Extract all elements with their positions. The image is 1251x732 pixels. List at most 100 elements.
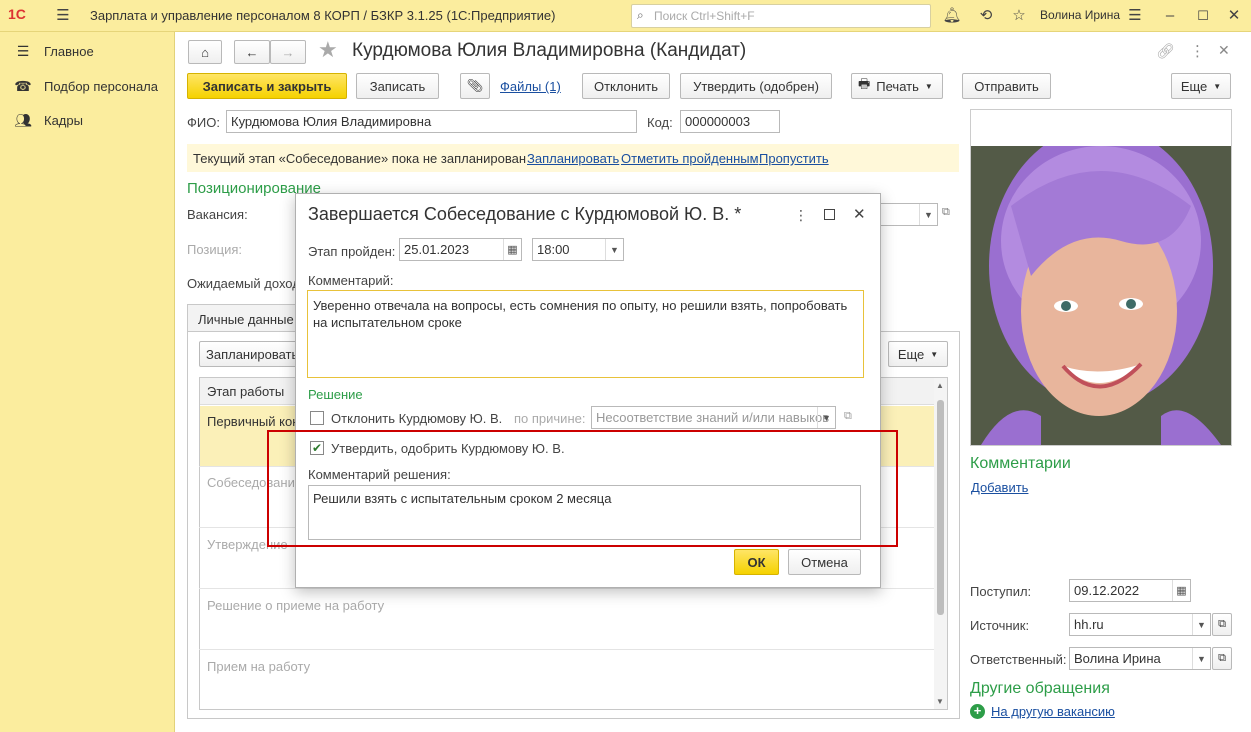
scrollbar-thumb[interactable] [937, 400, 944, 615]
search-input[interactable]: ⌕ Поиск Ctrl+Shift+F [631, 4, 931, 28]
settings-menu-icon[interactable]: ☰ [1125, 6, 1145, 26]
calendar-icon[interactable]: ▦ [1172, 580, 1190, 601]
menu-icon: ☰ [16, 42, 30, 59]
add-circle-icon[interactable]: + [970, 704, 985, 719]
open-source-icon[interactable]: ⧉ [1212, 613, 1232, 636]
mark-passed-link[interactable]: Отметить пройденным [621, 151, 759, 166]
stage-notice-text: Текущий этап «Собеседование» пока не зап… [193, 151, 527, 166]
chevron-down-icon: ▼ [930, 349, 939, 359]
fio-label: ФИО: [187, 115, 220, 130]
open-responsible-icon[interactable]: ⧉ [1212, 647, 1232, 670]
sidebar-item-main[interactable]: ☰ Главное [14, 41, 94, 61]
candidate-photo [971, 146, 1231, 445]
history-icon[interactable]: ⟲ [976, 6, 996, 26]
paperclip-icon[interactable]: 📎︎ [460, 73, 490, 99]
hamburger-menu-icon[interactable]: ☰ [53, 6, 73, 26]
responsible-value: Волина Ирина [1074, 651, 1161, 666]
received-label: Поступил: [970, 584, 1032, 599]
reject-button[interactable]: Отклонить [582, 73, 670, 99]
table-more-button[interactable]: Еще ▼ [888, 341, 948, 367]
dropdown-icon[interactable]: ▼ [1192, 614, 1210, 635]
approve-button[interactable]: Утвердить (одобрен) [680, 73, 832, 99]
back-button[interactable]: ← [234, 40, 270, 64]
dialog-close-icon[interactable]: ✕ [853, 205, 866, 223]
code-field[interactable]: 000000003 [680, 110, 780, 133]
ok-button[interactable]: ОК [734, 549, 779, 575]
table-row[interactable]: Собеседование [207, 475, 302, 490]
vacancy-label: Вакансия: [187, 207, 248, 222]
other-vacancy-link[interactable]: На другую вакансию [991, 704, 1115, 719]
calendar-icon[interactable]: ▦ [503, 239, 521, 260]
source-field[interactable]: hh.ru ▼ [1069, 613, 1211, 636]
responsible-field[interactable]: Волина Ирина ▼ [1069, 647, 1211, 670]
dropdown-icon[interactable]: ▼ [605, 239, 623, 260]
received-date-field[interactable]: 09.12.2022 ▦ [1069, 579, 1191, 602]
reject-checkbox[interactable] [310, 411, 324, 425]
plan-stage-link[interactable]: Запланировать [527, 151, 619, 166]
column-header-stage: Этап работы [207, 384, 285, 399]
headset-icon: ☎ [14, 77, 32, 94]
position-label: Позиция: [187, 242, 243, 257]
page-title: Курдюмова Юлия Владимировна (Кандидат) [352, 40, 747, 61]
link-icon[interactable]: 🔗︎ [1156, 42, 1175, 60]
more-button[interactable]: Еще ▼ [1171, 73, 1231, 99]
decision-comment-label: Комментарий решения: [308, 467, 451, 482]
search-icon: ⌕ [637, 8, 644, 22]
home-button[interactable]: ⌂ [188, 40, 222, 64]
row-divider [199, 588, 934, 589]
dialog-maximize-icon[interactable] [824, 209, 835, 220]
save-close-button[interactable]: Записать и закрыть [187, 73, 347, 99]
stage-date-field[interactable]: 25.01.2023 ▦ [399, 238, 522, 261]
scroll-up-icon[interactable]: ▲ [936, 381, 944, 390]
reason-field[interactable]: Несоответствие знаний и/или навыков ▼ [591, 406, 836, 429]
sidebar-item-label: Подбор персонала [44, 78, 158, 94]
table-scrollbar[interactable]: ▲ ▼ [934, 378, 947, 709]
form-close-icon[interactable]: ✕ [1218, 42, 1230, 59]
dropdown-icon[interactable]: ▼ [817, 407, 835, 428]
favorite-star-icon[interactable]: ★ [318, 37, 338, 63]
save-button[interactable]: Записать [356, 73, 439, 99]
add-comment-link[interactable]: Добавить [971, 480, 1028, 495]
open-icon[interactable]: ⧉ [942, 206, 950, 219]
table-row[interactable]: Прием на работу [207, 659, 310, 674]
comment-textarea[interactable]: Уверенно отвечала на вопросы, есть сомне… [307, 290, 864, 378]
dropdown-icon[interactable]: ▼ [1192, 648, 1210, 669]
star-icon[interactable]: ☆ [1009, 6, 1029, 26]
maximize-icon[interactable]: ☐ [1193, 6, 1213, 26]
sidebar-item-recruiting[interactable]: ☎ Подбор персонала [14, 76, 158, 96]
fio-field[interactable]: Курдюмова Юлия Владимировна [226, 110, 637, 133]
decision-comment-textarea[interactable]: Решили взять с испытательным сроком 2 ме… [308, 485, 861, 540]
sidebar-item-label: Главное [44, 43, 94, 59]
skip-stage-link[interactable]: Пропустить [759, 151, 829, 166]
table-row[interactable]: Утверждение [207, 537, 288, 552]
approve-checkbox[interactable]: ✔ [310, 441, 324, 455]
close-icon[interactable]: ✕ [1224, 6, 1244, 26]
minimize-icon[interactable]: – [1160, 6, 1180, 26]
user-name[interactable]: Волина Ирина [1040, 8, 1120, 22]
files-link[interactable]: Файлы (1) [500, 79, 561, 94]
1c-logo[interactable]: 1С [8, 6, 26, 22]
chevron-down-icon: ▼ [1213, 81, 1222, 91]
print-button[interactable]: 🖶 Печать ▼ [851, 73, 943, 99]
open-reason-icon[interactable]: ⧉ [844, 410, 852, 423]
decision-header: Решение [308, 387, 363, 402]
tab-personal-data[interactable]: Личные данные [187, 304, 307, 332]
bell-icon[interactable]: 🔔︎ [942, 6, 962, 26]
dialog-more-icon[interactable]: ⋮ [794, 207, 808, 224]
send-button[interactable]: Отправить [962, 73, 1051, 99]
cancel-button[interactable]: Отмена [788, 549, 861, 575]
comments-header: Комментарии [970, 455, 1071, 472]
comment-label: Комментарий: [308, 273, 394, 288]
table-row[interactable]: Решение о приеме на работу [207, 598, 384, 613]
received-date-value: 09.12.2022 [1074, 583, 1140, 598]
more-vert-icon[interactable]: ⋮ [1190, 42, 1205, 60]
scroll-down-icon[interactable]: ▼ [936, 697, 944, 706]
plan-button[interactable]: Запланировать [199, 341, 309, 367]
stage-time-field[interactable]: 18:00 ▼ [532, 238, 624, 261]
complete-stage-dialog: Завершается Собеседование с Курдюмовой Ю… [295, 193, 881, 588]
code-label: Код: [647, 115, 673, 130]
forward-button[interactable]: → [270, 40, 306, 64]
sidebar-item-hr[interactable]: 👥︎ Кадры [14, 110, 83, 130]
expected-income-label: Ожидаемый доход: [187, 276, 304, 291]
printer-icon: 🖶 [858, 76, 871, 91]
